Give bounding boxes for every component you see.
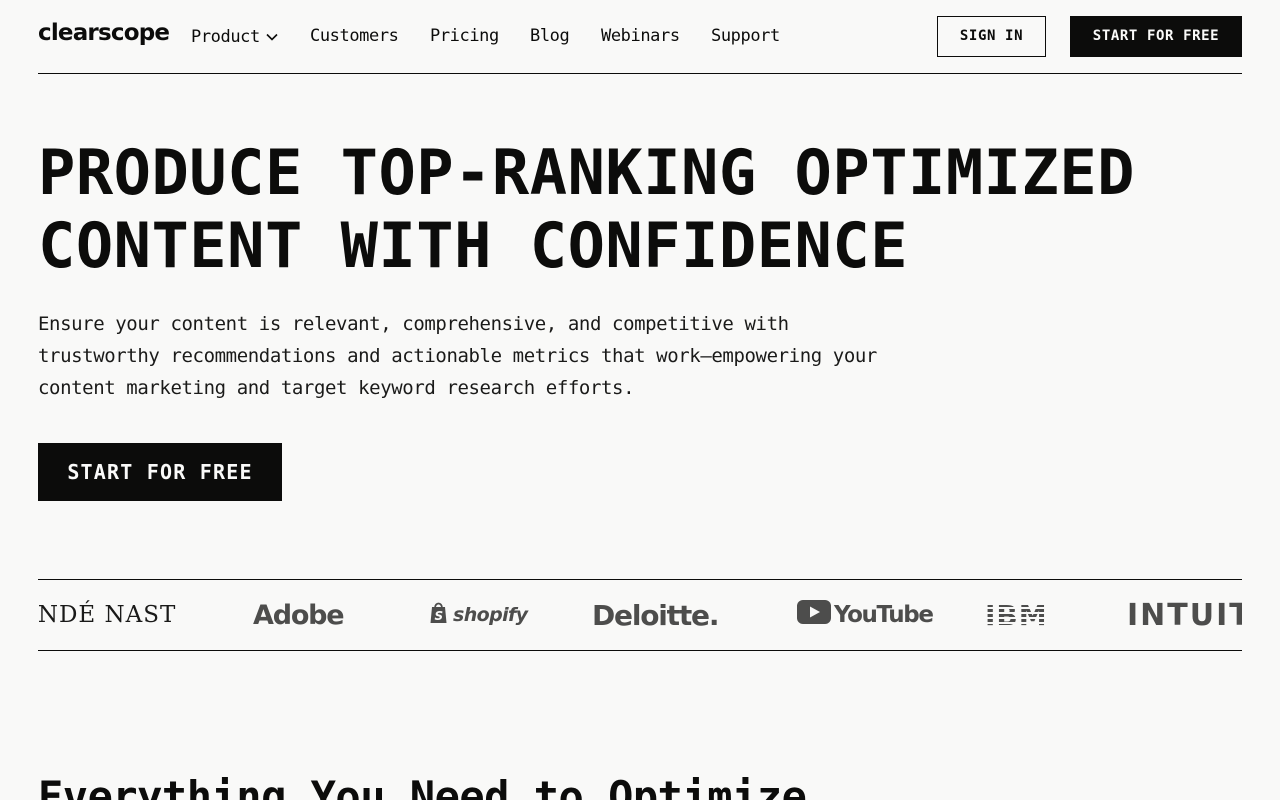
start-for-free-hero-button[interactable]: START FOR FREE — [38, 443, 282, 501]
sign-in-button[interactable]: SIGN IN — [937, 16, 1046, 57]
site-header: clearscope Product Customers Pricing Blo… — [38, 0, 1242, 74]
nav-item-pricing[interactable]: Pricing — [430, 25, 499, 47]
hero-title-line-1: PRODUCE TOP-RANKING OPTIMIZED — [38, 136, 1135, 209]
page: clearscope Product Customers Pricing Blo… — [0, 0, 1280, 800]
nav-item-blog[interactable]: Blog — [530, 25, 570, 47]
nav-item-product[interactable]: Product — [191, 25, 278, 48]
shopify-wordmark: shopify — [453, 604, 528, 626]
nav-item-customers[interactable]: Customers — [310, 25, 399, 47]
adobe-logo: Adobe — [253, 599, 345, 631]
intuit-logo: INTUIT — [1127, 597, 1242, 633]
youtube-logo: YouTube — [797, 580, 934, 650]
clearscope-logo[interactable]: clearscope — [38, 20, 170, 46]
shopify-logo: S shopify — [429, 580, 528, 650]
start-for-free-header-button[interactable]: START FOR FREE — [1070, 16, 1242, 57]
deloitte-logo: Deloitte. — [592, 598, 719, 632]
ibm-wordmark: IBM — [985, 598, 1048, 632]
customer-logos-strip: ONDÉ NAST Adobe S shopify Deloitte. YouT… — [38, 579, 1242, 651]
nav-item-webinars[interactable]: Webinars — [601, 25, 680, 47]
hero-title: PRODUCE TOP-RANKING OPTIMIZED CONTENT WI… — [38, 136, 1138, 282]
hero-subtitle: Ensure your content is relevant, compreh… — [38, 313, 877, 399]
youtube-wordmark: YouTube — [834, 602, 934, 628]
ibm-logo: IBM — [985, 580, 1048, 650]
nav-item-label: Product — [191, 27, 260, 47]
svg-text:S: S — [435, 609, 443, 623]
conde-nast-logo: ONDÉ NAST — [38, 602, 177, 628]
section-title: Everything You Need to Optimize — [38, 772, 807, 800]
shopping-bag-icon: S — [429, 601, 448, 629]
chevron-down-icon — [266, 25, 278, 47]
nav-item-support[interactable]: Support — [711, 25, 780, 47]
hero-title-line-2: CONTENT WITH CONFIDENCE — [38, 209, 909, 282]
play-button-icon — [797, 600, 831, 630]
